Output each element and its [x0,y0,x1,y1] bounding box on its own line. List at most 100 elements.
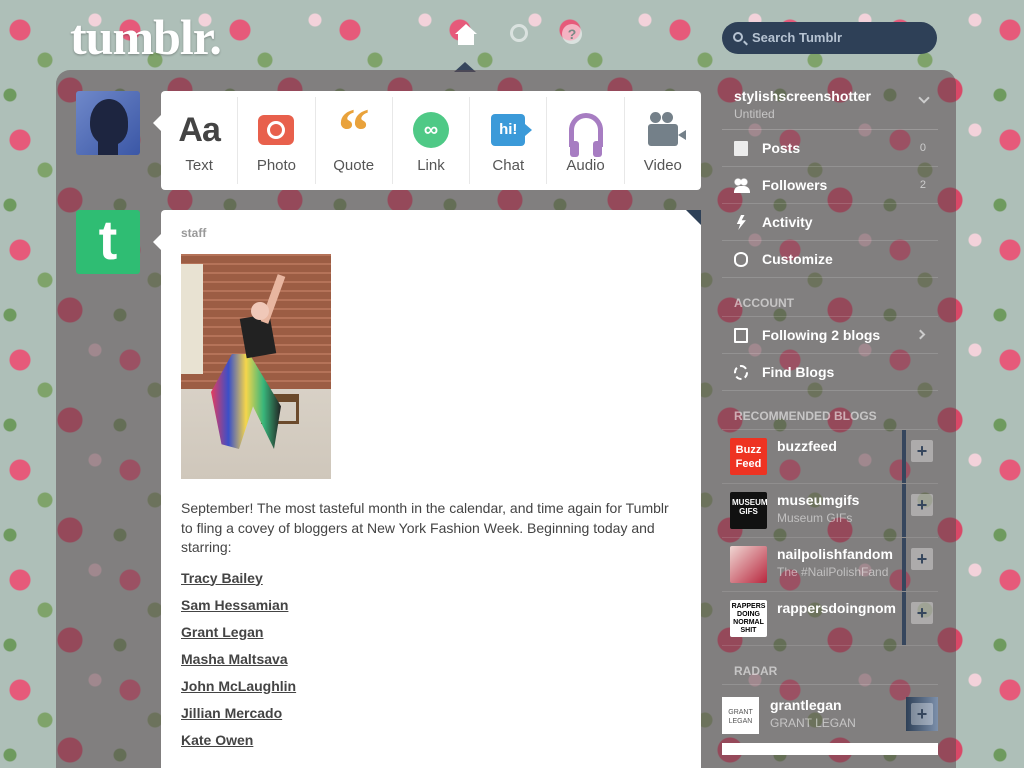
link-icon: ∞ [412,112,449,148]
quote-icon: “ [337,95,370,166]
text-icon: Aa [178,110,220,149]
sidebar-item-label: Following 2 blogs [762,327,881,343]
help-icon[interactable]: ? [562,24,586,48]
recommended-blog[interactable]: RAPPERS DOING NORMAL SHIT rappersdoingno… [722,592,938,646]
posts-icon [734,141,748,156]
follow-button[interactable]: + [902,538,938,591]
chat-icon: hi! [491,114,533,146]
following-icon [734,328,748,343]
post-type-label: Chat [492,157,525,174]
post-type-label: Video [643,157,682,174]
blog-title: Untitled [734,107,775,121]
post-type-label: Text [185,157,213,174]
followers-count: 2 [919,179,926,191]
blogger-link[interactable]: Tracy Bailey [181,570,681,586]
plus-icon: + [911,548,933,570]
follow-button[interactable]: + [902,430,938,483]
sidebar-item-posts[interactable]: Posts 0 [722,130,938,167]
post-type-audio[interactable]: Audio [547,97,625,184]
post-type-label: Audio [566,157,605,174]
post-corner-fold [686,210,701,225]
follow-button[interactable]: + [906,697,938,731]
blogger-link[interactable]: John McLaughlin [181,678,681,694]
post-photo[interactable] [181,254,331,479]
user-avatar[interactable] [76,91,140,155]
account-section-header: ACCOUNT [722,278,938,317]
explore-compass-icon[interactable] [510,24,534,48]
blogger-link[interactable]: Sam Hessamian [181,597,681,613]
lightning-icon [736,215,746,230]
blog-name: museumgifs [777,492,860,508]
sidebar-item-label: Followers [762,177,828,193]
post-type-chat[interactable]: hi! Chat [470,97,548,184]
blogger-link[interactable]: Masha Maltsava [181,651,681,667]
sidebar-item-label: Posts [762,140,801,156]
follow-button[interactable]: + [902,484,938,537]
post-type-quote[interactable]: “ Quote [316,97,393,184]
headphones-icon [568,113,603,157]
plus-icon: + [911,602,933,624]
composer-pointer [153,115,161,131]
chevron-right-icon [915,329,926,340]
radar-post-preview[interactable] [722,743,938,755]
sidebar-item-following[interactable]: Following 2 blogs [722,317,938,354]
post-type-composer: Aa Text Photo “ Quote ∞ Link hi! Chat Au… [161,91,701,190]
home-icon[interactable] [455,24,479,48]
sidebar-item-label: Find Blogs [762,364,835,380]
blog-selector[interactable]: stylishscreenshotter Untitled [722,80,938,130]
sidebar-item-followers[interactable]: Followers 2 [722,167,938,204]
blog-name: stylishscreenshotter [734,88,871,104]
blog-title: The #NailPolishFand [777,565,889,579]
followers-icon [734,178,750,193]
post-type-text[interactable]: Aa Text [161,97,239,184]
blog-name: buzzfeed [777,438,837,454]
sidebar-item-customize[interactable]: Customize [722,241,938,278]
plus-icon: + [911,440,933,462]
blogger-link[interactable]: Grant Legan [181,624,681,640]
sidebar-item-find-blogs[interactable]: Find Blogs [722,354,938,391]
posts-count: 0 [919,142,926,154]
blog-avatar: Buzz Feed [730,438,767,475]
plus-icon: + [911,703,933,725]
sidebar-item-label: Activity [762,214,813,230]
sidebar-item-label: Customize [762,251,833,267]
blog-avatar: MUSEUM GIFS [730,492,768,529]
post-blogger-links: Tracy Bailey Sam Hessamian Grant Legan M… [181,570,681,748]
sidebar-item-activity[interactable]: Activity [722,204,938,241]
blog-avatar [730,546,767,583]
camera-icon [258,115,295,145]
video-camera-icon [647,112,686,146]
recommended-blog[interactable]: nailpolishfandom The #NailPolishFand + [722,538,938,592]
post-pointer [153,234,161,250]
post-type-label: Photo [256,157,297,174]
blog-title: GRANT LEGAN [770,716,856,730]
blog-avatar: RAPPERS DOING NORMAL SHIT [730,600,767,637]
top-bar: tumblr. ? Search Tumblr [0,0,1024,72]
radar-blog[interactable]: GRANT LEGAN grantlegan GRANT LEGAN + [722,685,938,755]
recommended-blog[interactable]: Buzz Feed buzzfeed + [722,430,938,484]
post-type-video[interactable]: Video [625,97,701,184]
recommended-section-header: RECOMMENDED BLOGS [722,391,938,430]
post-body-text: September! The most tasteful month in th… [181,500,669,555]
blogger-link[interactable]: Jillian Mercado [181,705,681,721]
blog-title: Museum GIFs [777,511,853,525]
eye-icon [734,252,748,267]
blog-avatar: GRANT LEGAN [722,697,759,734]
follow-button[interactable]: + [902,592,938,645]
search-icon [733,32,743,42]
staff-avatar[interactable]: t [76,210,140,274]
post-type-label: Link [417,157,445,174]
recommended-blog[interactable]: MUSEUM GIFS museumgifs Museum GIFs + [722,484,938,538]
post-type-label: Quote [333,157,375,174]
radar-section-header: RADAR [722,646,938,685]
blogger-link[interactable]: Kate Owen [181,732,681,748]
blog-name: rappersdoingnom [777,600,897,616]
tumblr-logo[interactable]: tumblr. [70,8,222,66]
post-author[interactable]: staff [181,226,681,240]
search-placeholder: Search Tumblr [752,30,843,45]
search-input[interactable]: Search Tumblr [722,22,937,54]
find-blogs-icon [734,365,748,380]
dashboard-post: staff September! The most tasteful month… [161,210,701,768]
post-type-link[interactable]: ∞ Link [393,97,471,184]
post-type-photo[interactable]: Photo [238,97,316,184]
